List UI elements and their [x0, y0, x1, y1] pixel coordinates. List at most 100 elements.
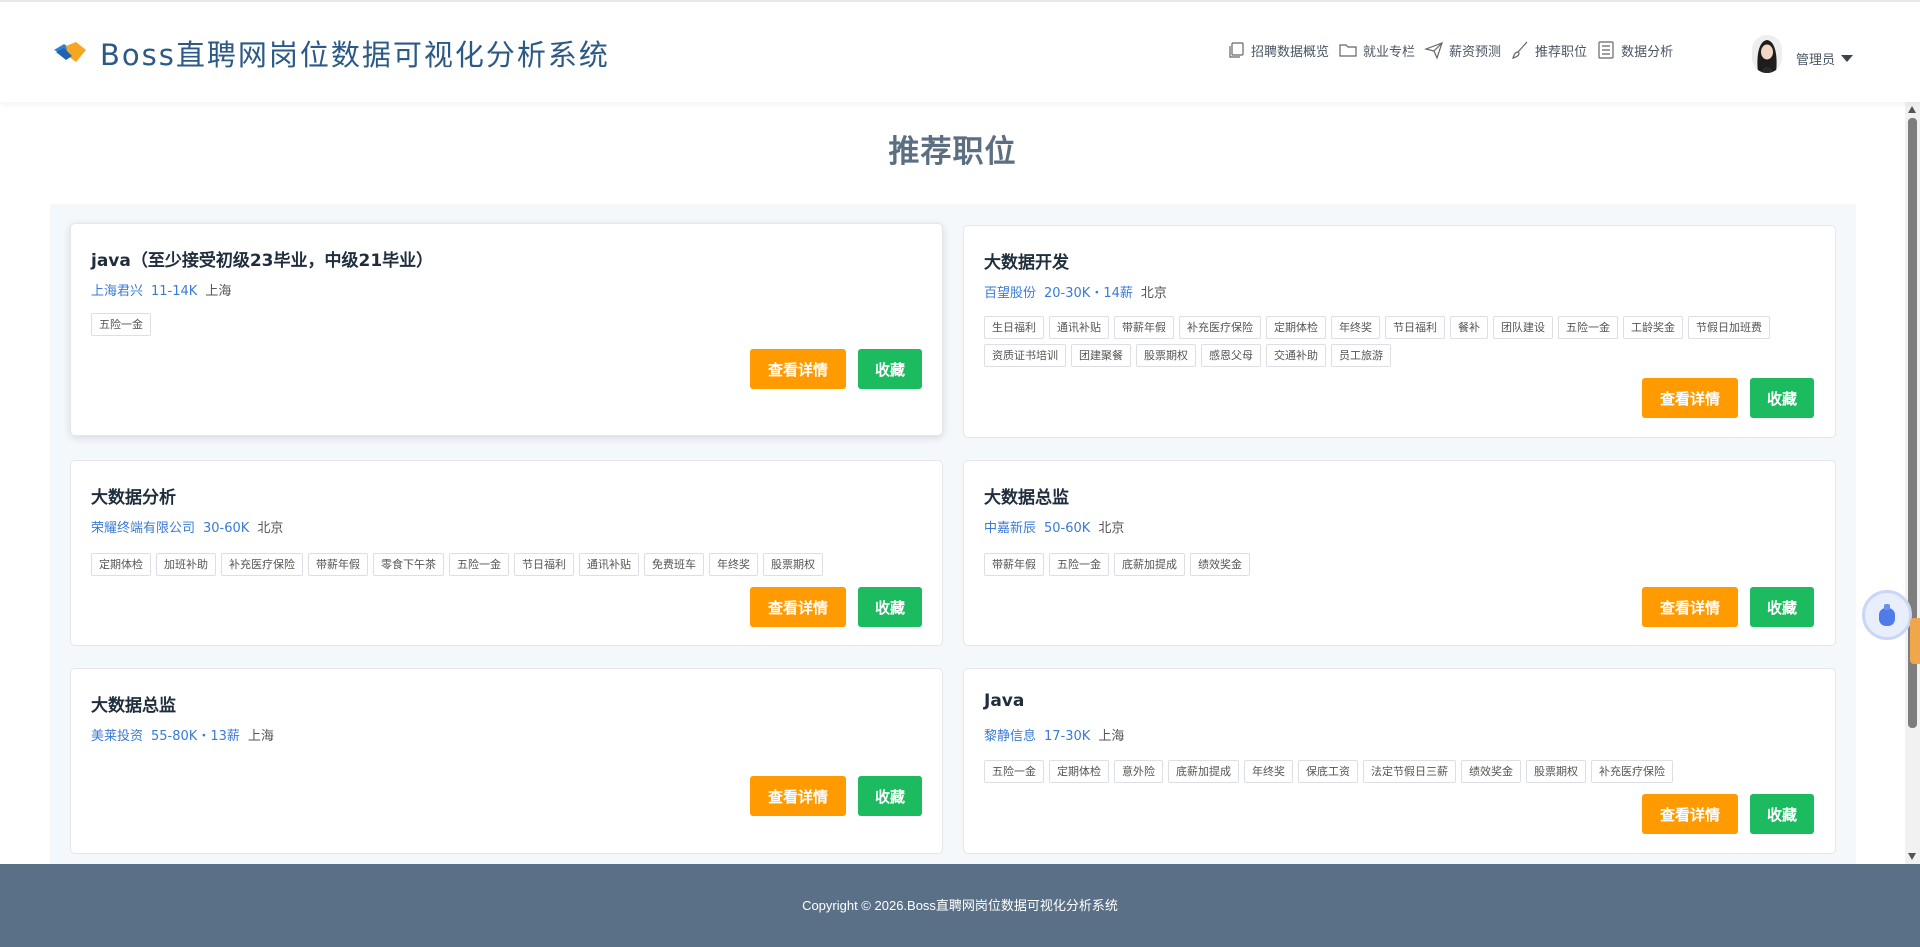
list-icon — [1598, 41, 1614, 59]
brand[interactable]: Boss直聘网岗位数据可视化分析系统 — [52, 32, 610, 74]
benefit-tag: 带薪年假 — [984, 553, 1044, 576]
assistant-icon — [1879, 604, 1895, 626]
benefit-tag: 保底工资 — [1298, 760, 1358, 783]
benefit-tag: 生日福利 — [984, 316, 1044, 339]
company-name[interactable]: 荣耀终端有限公司 — [91, 521, 195, 536]
benefit-tag: 免费班车 — [644, 553, 704, 576]
benefit-tag: 年终奖 — [1331, 316, 1380, 339]
benefit-tag: 底薪加提成 — [1114, 553, 1185, 576]
benefit-tag: 补充医疗保险 — [221, 553, 303, 576]
favorite-button[interactable]: 收藏 — [1750, 794, 1814, 834]
benefit-tag: 资质证书培训 — [984, 344, 1066, 367]
benefit-tag: 股票期权 — [1136, 344, 1196, 367]
benefit-tag: 通讯补贴 — [1049, 316, 1109, 339]
benefit-tag: 补充医疗保险 — [1591, 760, 1673, 783]
benefit-tag: 员工旅游 — [1331, 344, 1391, 367]
favorite-button[interactable]: 收藏 — [1750, 587, 1814, 627]
benefit-tag: 带薪年假 — [1114, 316, 1174, 339]
brush-icon — [1512, 41, 1528, 59]
salary: 17-30K — [1044, 729, 1091, 744]
benefit-tag: 团建聚餐 — [1071, 344, 1131, 367]
benefit-tag: 五险一金 — [1558, 316, 1618, 339]
job-meta: 美莱投资 55-80K・13薪 上海 — [91, 725, 274, 744]
benefit-tag: 定期体检 — [1049, 760, 1109, 783]
benefit-tag: 绩效奖金 — [1461, 760, 1521, 783]
company-name[interactable]: 百望股份 — [984, 286, 1036, 301]
user-avatar-icon — [1752, 35, 1782, 73]
benefit-tag: 定期体检 — [1266, 316, 1326, 339]
job-title: 大数据开发 — [984, 253, 1069, 273]
nav-item-overview[interactable]: 招聘数据概览 — [1226, 40, 1329, 60]
view-details-button[interactable]: 查看详情 — [750, 349, 846, 389]
view-details-button[interactable]: 查看详情 — [750, 776, 846, 816]
city: 上海 — [205, 284, 232, 299]
view-details-button[interactable]: 查看详情 — [1642, 378, 1738, 418]
benefit-tags: 五险一金 定期体检 意外险 底薪加提成 年终奖 保底工资 法定节假日三薪 绩效奖金 股票期权 补充… — [984, 760, 1824, 783]
job-title: Java — [984, 691, 1025, 711]
salary: 20-30K・14薪 — [1044, 286, 1133, 301]
side-tab[interactable] — [1910, 618, 1920, 664]
job-title: 大数据总监 — [984, 488, 1069, 508]
salary: 11-14K — [151, 284, 198, 299]
benefit-tag: 五险一金 — [984, 760, 1044, 783]
scroll-up-arrow-icon[interactable] — [1908, 106, 1916, 113]
job-meta: 上海君兴 11-14K 上海 — [91, 280, 231, 299]
nav-label: 薪资预测 — [1449, 44, 1502, 60]
job-card: 大数据分析 荣耀终端有限公司 30-60K 北京 定期体检 加班补助 补充医疗保险 带薪年… — [70, 460, 943, 646]
job-card: 大数据开发 百望股份 20-30K・14薪 北京 生日福利 通讯补贴 带薪年假 补充医疗保… — [963, 225, 1836, 438]
scrollbar[interactable] — [1905, 102, 1920, 864]
salary: 55-80K・13薪 — [151, 729, 240, 744]
company-name[interactable]: 中嘉新辰 — [984, 521, 1036, 536]
caret-down-icon[interactable] — [1841, 54, 1854, 62]
app-title: Boss直聘网岗位数据可视化分析系统 — [100, 38, 610, 72]
salary: 30-60K — [203, 521, 250, 536]
page-title: 推荐职位 — [888, 134, 1017, 170]
main-nav: 招聘数据概览 就业专栏 薪资预测 推荐职位 数据分析 — [1226, 40, 1682, 60]
benefit-tag: 法定节假日三薪 — [1363, 760, 1456, 783]
company-name[interactable]: 上海君兴 — [91, 284, 143, 299]
footer: Copyright © 2026.Boss直聘网岗位数据可视化分析系统 — [0, 864, 1920, 947]
nav-item-salary-prediction[interactable]: 薪资预测 — [1424, 40, 1501, 60]
job-title: java（至少接受初级23毕业，中级21毕业） — [91, 251, 434, 271]
benefit-tag: 感恩父母 — [1201, 344, 1261, 367]
favorite-button[interactable]: 收藏 — [858, 776, 922, 816]
nav-label: 招聘数据概览 — [1251, 44, 1330, 60]
avatar[interactable] — [1752, 35, 1782, 73]
benefit-tag: 团队建设 — [1493, 316, 1553, 339]
job-meta: 百望股份 20-30K・14薪 北京 — [984, 282, 1167, 301]
city: 北京 — [257, 521, 284, 536]
city: 上海 — [247, 729, 274, 744]
view-details-button[interactable]: 查看详情 — [1642, 794, 1738, 834]
scroll-down-arrow-icon[interactable] — [1908, 853, 1916, 860]
city: 北京 — [1140, 286, 1167, 301]
company-name[interactable]: 黎静信息 — [984, 729, 1036, 744]
copy-icon — [1229, 42, 1244, 58]
favorite-button[interactable]: 收藏 — [858, 587, 922, 627]
benefit-tag: 底薪加提成 — [1168, 760, 1239, 783]
floating-assistant-button[interactable] — [1862, 590, 1912, 640]
nav-item-data-analysis[interactable]: 数据分析 — [1596, 40, 1673, 60]
benefit-tag: 年终奖 — [709, 553, 758, 576]
benefit-tags: 生日福利 通讯补贴 带薪年假 补充医疗保险 定期体检 年终奖 节日福利 餐补 团队建设 五险一金工… — [984, 316, 1824, 367]
benefit-tags: 定期体检 加班补助 补充医疗保险 带薪年假 零食下午茶 五险一金 节日福利 通讯补贴 免费班车年… — [91, 553, 931, 576]
user-name: 管理员 — [1796, 52, 1836, 68]
favorite-button[interactable]: 收藏 — [1750, 378, 1814, 418]
job-meta: 荣耀终端有限公司 30-60K 北京 — [91, 517, 283, 536]
view-details-button[interactable]: 查看详情 — [1642, 587, 1738, 627]
favorite-button[interactable]: 收藏 — [858, 349, 922, 389]
benefit-tag: 零食下午茶 — [373, 553, 444, 576]
benefit-tag: 节日福利 — [514, 553, 574, 576]
benefit-tag: 定期体检 — [91, 553, 151, 576]
user-menu[interactable]: 管理员 — [1752, 35, 1854, 73]
nav-item-employment[interactable]: 就业专栏 — [1338, 40, 1415, 60]
benefit-tag: 绩效奖金 — [1190, 553, 1250, 576]
benefit-tag: 节日福利 — [1385, 316, 1445, 339]
job-card: java（至少接受初级23毕业，中级21毕业） 上海君兴 11-14K 上海 五险一… — [70, 223, 943, 436]
view-details-button[interactable]: 查看详情 — [750, 587, 846, 627]
nav-label: 数据分析 — [1621, 44, 1674, 60]
nav-item-recommended-jobs[interactable]: 推荐职位 — [1510, 40, 1587, 60]
nav-label: 推荐职位 — [1535, 44, 1588, 60]
benefit-tag: 股票期权 — [1526, 760, 1586, 783]
company-name[interactable]: 美莱投资 — [91, 729, 143, 744]
benefit-tag: 意外险 — [1114, 760, 1163, 783]
